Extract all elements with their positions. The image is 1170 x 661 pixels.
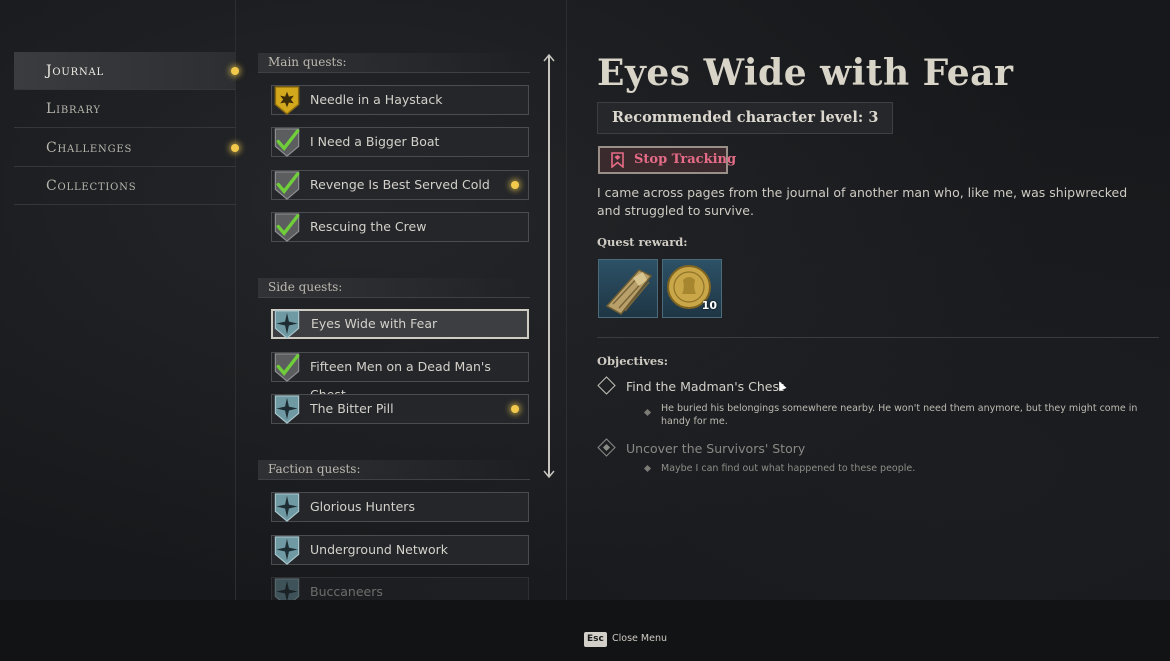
quest-description: I came across pages from the journal of …: [597, 185, 1128, 218]
stop-tracking-label: Stop Tracking: [634, 152, 737, 167]
quest-label: Underground Network: [310, 542, 449, 557]
gold-bracer-icon: [605, 269, 653, 315]
reward-slot[interactable]: [598, 259, 658, 318]
panel-divider: [566, 0, 567, 600]
quest-item-selected[interactable]: Eyes Wide with Fear: [271, 309, 529, 339]
quest-notification-dot: [511, 405, 519, 413]
quest-label: Revenge Is Best Served Cold: [310, 177, 490, 192]
scroll-down-arrow-icon[interactable]: [543, 470, 555, 478]
close-menu-label[interactable]: Close Menu: [612, 633, 667, 644]
quest-item[interactable]: The Bitter Pill: [271, 394, 529, 424]
compass-star-shield-icon: [274, 395, 300, 424]
quest-item[interactable]: Rescuing the Crew: [271, 212, 529, 242]
objective-label: Uncover the Survivors' Story: [626, 441, 806, 456]
scroll-up-arrow-icon[interactable]: [543, 54, 555, 62]
checkmark-shield-icon: [274, 213, 300, 242]
quest-item[interactable]: Revenge Is Best Served Cold: [271, 170, 529, 200]
quest-notification-dot: [511, 181, 519, 189]
quest-item[interactable]: Underground Network: [271, 535, 529, 565]
quest-title: Eyes Wide with Fear: [597, 52, 1014, 94]
journal-nav: Journal Library Challenges Collections: [14, 0, 236, 600]
reward-slot[interactable]: 10: [662, 259, 722, 318]
recommended-level: Recommended character level: 3: [597, 102, 894, 134]
objective-label: Find the Madman's Chest: [626, 379, 784, 394]
compass-star-shield-icon: [274, 536, 300, 565]
esc-key-icon[interactable]: Esc: [584, 632, 607, 647]
bookmark-icon: [611, 152, 624, 168]
quest-item[interactable]: Fifteen Men on a Dead Man's Chest: [271, 352, 529, 402]
quest-item[interactable]: Buccaneers: [271, 577, 529, 600]
objective-hint: Maybe I can find out what happened to th…: [661, 463, 916, 474]
challenges-notification-dot: [231, 144, 239, 152]
quest-list-scrollbar[interactable]: [543, 54, 555, 478]
objectives-header: Objectives:: [597, 354, 668, 368]
nav-item-label: Journal: [46, 63, 104, 79]
quest-label: Needle in a Haystack: [310, 92, 443, 107]
section-divider: [597, 337, 1159, 338]
nav-item-library[interactable]: Library: [14, 90, 236, 128]
quest-item[interactable]: Glorious Hunters: [271, 492, 529, 522]
compass-star-shield-icon: [274, 493, 300, 522]
quest-label: Eyes Wide with Fear: [311, 316, 438, 331]
quest-label: The Bitter Pill: [310, 401, 394, 416]
objective-hint: He buried his belongings somewhere nearb…: [661, 403, 1138, 427]
section-header-main: Main quests:: [258, 53, 530, 73]
journal-notification-dot: [231, 67, 239, 75]
nav-item-label: Challenges: [46, 140, 133, 156]
footer-bar: [0, 600, 1170, 661]
checkmark-shield-icon: [274, 128, 300, 157]
section-header-side: Side quests:: [258, 278, 530, 298]
quest-label: Glorious Hunters: [310, 499, 415, 514]
compass-star-shield-icon: [274, 578, 300, 600]
quest-label: Buccaneers: [310, 584, 383, 599]
reward-quantity: 10: [701, 299, 717, 312]
quest-item[interactable]: I Need a Bigger Boat: [271, 127, 529, 157]
gold-star-shield-icon: [274, 86, 300, 116]
stop-tracking-button[interactable]: Stop Tracking: [598, 146, 736, 174]
checkmark-shield-icon: [274, 353, 300, 382]
nav-item-label: Collections: [46, 178, 137, 194]
quest-label: I Need a Bigger Boat: [310, 134, 440, 149]
quest-item[interactable]: Needle in a Haystack: [271, 85, 529, 116]
compass-star-shield-icon: [274, 310, 300, 339]
nav-item-label: Library: [46, 101, 101, 117]
section-header-faction: Faction quests:: [258, 460, 530, 480]
quest-label: Rescuing the Crew: [310, 219, 427, 234]
quest-list[interactable]: Main quests: Needle in a Haystack I Need…: [258, 0, 558, 600]
nav-item-challenges[interactable]: Challenges: [14, 129, 236, 167]
nav-item-collections[interactable]: Collections: [14, 167, 236, 205]
quest-reward-header: Quest reward:: [597, 235, 688, 249]
nav-item-journal[interactable]: Journal: [14, 52, 236, 90]
checkmark-shield-icon: [274, 171, 300, 200]
